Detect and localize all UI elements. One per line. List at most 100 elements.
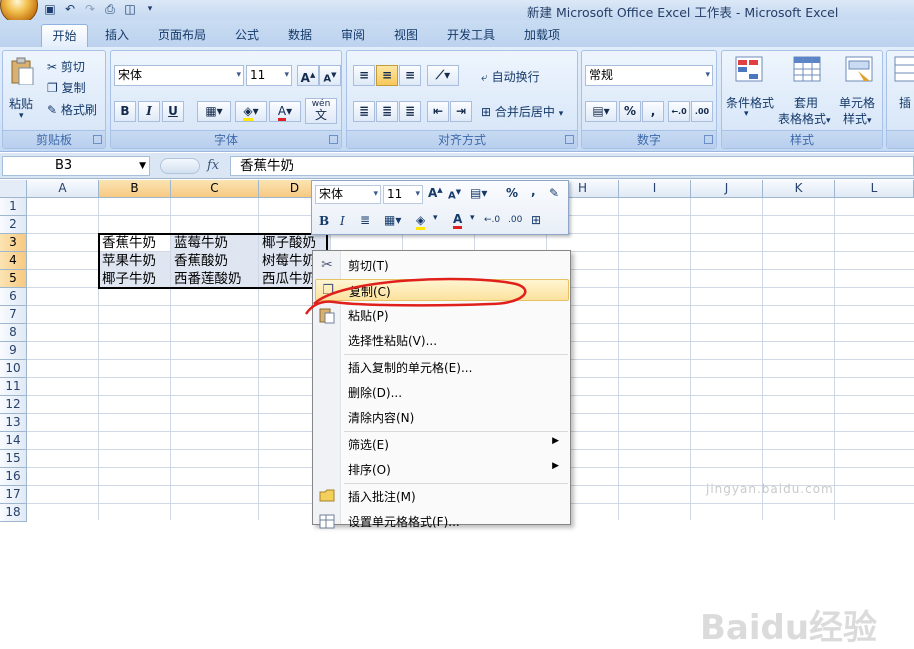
cell-styles-line1[interactable]: 单元格 [839, 94, 875, 111]
tab-insert[interactable]: 插入 [96, 24, 138, 47]
cut-button[interactable]: ✂ 剪切 [47, 58, 85, 75]
cell-styles-button[interactable]: 样式▾ [843, 110, 872, 127]
menu-item-filter[interactable]: 筛选(E) ▶ [315, 433, 569, 455]
fill-color-button[interactable]: ◈▾ [235, 101, 267, 122]
formula-divider-handle[interactable] [160, 158, 200, 174]
conditional-format-icon[interactable] [734, 55, 764, 83]
menu-item-insert-comment[interactable]: 插入批注(M) [315, 485, 569, 507]
mini-currency-icon[interactable]: ▤▾ [470, 186, 487, 200]
row-header-13[interactable]: 13 [0, 414, 27, 432]
row-header-7[interactable]: 7 [0, 306, 27, 324]
borders-button[interactable]: ▦▾ [197, 101, 231, 122]
tab-review[interactable]: 审阅 [332, 24, 374, 47]
column-header-i[interactable]: I [619, 180, 691, 198]
percent-button[interactable]: % [619, 101, 641, 122]
decrease-decimal-icon[interactable]: .00 [691, 101, 713, 122]
row-header-2[interactable]: 2 [0, 216, 27, 234]
table-format-button[interactable]: 表格格式▾ [778, 110, 831, 127]
table-format-icon[interactable] [792, 55, 822, 83]
row-header-12[interactable]: 12 [0, 396, 27, 414]
mini-font-color-icon[interactable]: A [453, 212, 463, 229]
align-left-icon[interactable]: ≣ [353, 101, 375, 122]
table-format-line1[interactable]: 套用 [794, 94, 818, 111]
clipboard-launcher-icon[interactable] [93, 135, 102, 144]
tab-page-layout[interactable]: 页面布局 [150, 24, 214, 47]
column-header-b[interactable]: B [99, 180, 171, 198]
column-header-a[interactable]: A [27, 180, 99, 198]
mini-italic-button[interactable]: I [340, 214, 345, 228]
orientation-icon[interactable]: ⟋▾ [427, 65, 459, 86]
formula-input[interactable]: 香蕉牛奶 [230, 156, 914, 176]
bold-button[interactable]: B [114, 101, 136, 122]
comma-button[interactable]: , [642, 101, 664, 122]
row-header-4[interactable]: 4 [0, 252, 27, 270]
mini-shrink-font-icon[interactable]: A▼ [448, 188, 461, 201]
wrap-text-button[interactable]: ⤶ 自动换行 [481, 68, 540, 85]
mini-size-combo[interactable]: 11 ▾ [383, 185, 423, 204]
font-color-button[interactable]: A▾ [269, 101, 301, 122]
chevron-down-icon[interactable]: ▾ [470, 213, 475, 223]
chevron-down-icon[interactable]: ▾ [433, 213, 438, 223]
phonetic-button[interactable]: wén 文 [305, 98, 337, 124]
tab-developer[interactable]: 开发工具 [440, 24, 502, 47]
increase-decimal-icon[interactable]: ←.0 [668, 101, 690, 122]
insert-cells-button[interactable]: 插 [899, 94, 911, 111]
underline-button[interactable]: U [162, 101, 184, 122]
column-header-c[interactable]: C [171, 180, 259, 198]
mini-font-combo[interactable]: 宋体 ▾ [315, 185, 381, 204]
row-header-11[interactable]: 11 [0, 378, 27, 396]
copy-button[interactable]: ❐ 复制 [47, 79, 86, 96]
decrease-indent-icon[interactable]: ⇤ [427, 101, 449, 122]
chevron-down-icon[interactable]: ▾ [744, 109, 749, 119]
menu-item-delete[interactable]: 删除(D)... [315, 381, 569, 403]
font-size-combo[interactable]: 11 ▾ [246, 65, 292, 86]
mini-increase-decimal-icon[interactable]: ←.0 [484, 215, 500, 225]
cell-styles-icon[interactable] [844, 55, 874, 83]
number-launcher-icon[interactable] [704, 135, 713, 144]
redo-icon[interactable]: ↷ [82, 1, 98, 17]
tab-data[interactable]: 数据 [279, 24, 321, 47]
customize-qat-icon[interactable]: ▾ [142, 1, 158, 17]
mini-percent-button[interactable]: % [506, 186, 518, 200]
mini-fill-color-icon[interactable]: ◈ [416, 213, 426, 230]
align-right-icon[interactable]: ≣ [399, 101, 421, 122]
merge-center-button[interactable]: ⊞ 合并后居中 ▾ [481, 103, 563, 120]
column-header-j[interactable]: J [691, 180, 763, 198]
row-header-8[interactable]: 8 [0, 324, 27, 342]
align-center-icon[interactable]: ≣ [376, 101, 398, 122]
mini-bold-button[interactable]: B [319, 214, 329, 228]
column-header-k[interactable]: K [763, 180, 835, 198]
paste-button[interactable]: 粘贴 [9, 95, 33, 112]
align-bottom-icon[interactable]: ≡ [399, 65, 421, 86]
align-middle-icon[interactable]: ≡ [376, 65, 398, 86]
tab-formulas[interactable]: 公式 [226, 24, 268, 47]
increase-indent-icon[interactable]: ⇥ [450, 101, 472, 122]
paste-dropdown-icon[interactable]: ▾ [19, 111, 24, 121]
insert-function-icon[interactable]: fx [207, 158, 219, 173]
shrink-font-button[interactable]: A▼ [319, 65, 341, 86]
menu-item-clear-contents[interactable]: 清除内容(N) [315, 406, 569, 428]
select-all-corner[interactable] [0, 180, 27, 198]
grow-font-button[interactable]: A▲ [297, 65, 319, 86]
save-icon[interactable]: ▣ [42, 1, 58, 17]
row-header-16[interactable]: 16 [0, 468, 27, 486]
mini-border-icon[interactable]: ▦▾ [384, 213, 401, 227]
row-header-15[interactable]: 15 [0, 450, 27, 468]
row-header-9[interactable]: 9 [0, 342, 27, 360]
mini-decrease-decimal-icon[interactable]: .00 [508, 215, 522, 225]
number-format-combo[interactable]: 常规 ▾ [585, 65, 713, 86]
row-header-5[interactable]: 5 [0, 270, 27, 288]
menu-item-insert-copied[interactable]: 插入复制的单元格(E)... [315, 356, 569, 378]
insert-cells-icon[interactable] [893, 55, 914, 83]
name-box[interactable]: B3 ▼ [2, 156, 150, 176]
row-header-18[interactable]: 18 [0, 504, 27, 522]
tab-home[interactable]: 开始 [41, 24, 88, 47]
conditional-format-button[interactable]: 条件格式 [726, 94, 774, 111]
mini-format-painter-icon[interactable]: ✎ [549, 186, 559, 200]
row-header-14[interactable]: 14 [0, 432, 27, 450]
tab-view[interactable]: 视图 [385, 24, 427, 47]
font-launcher-icon[interactable] [329, 135, 338, 144]
align-top-icon[interactable]: ≡ [353, 65, 375, 86]
row-header-3[interactable]: 3 [0, 234, 27, 252]
row-header-17[interactable]: 17 [0, 486, 27, 504]
